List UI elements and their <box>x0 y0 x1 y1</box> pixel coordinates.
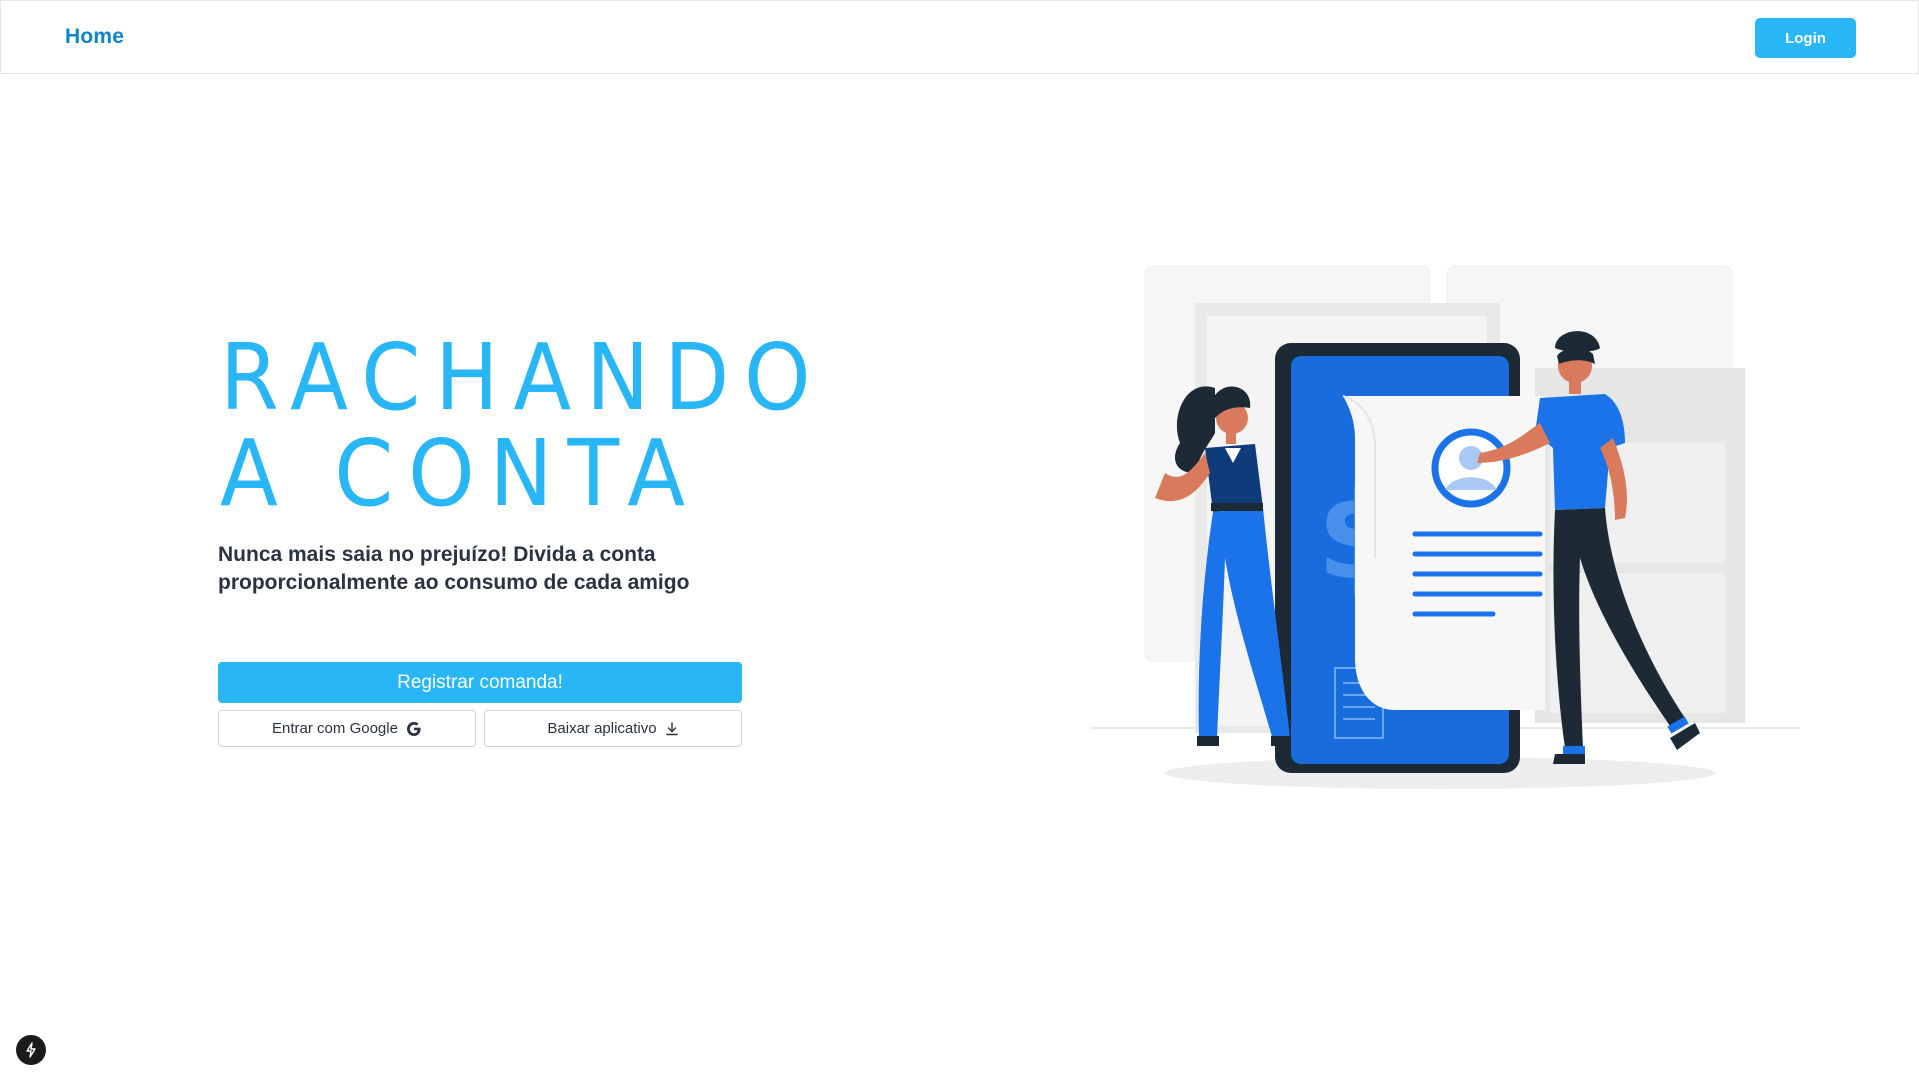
hero-illustration: $ <box>1090 265 1800 789</box>
lightning-bolt-icon[interactable] <box>16 1035 46 1065</box>
hero-title: RACHANDO A CONTA <box>220 324 826 527</box>
google-g-icon <box>406 721 422 737</box>
top-navbar: Home Login <box>0 0 1919 74</box>
hero-subtitle: Nunca mais saia no prejuízo! Divida a co… <box>218 543 690 594</box>
download-arrow-icon <box>665 721 679 736</box>
hero-title-line1: RACHANDO <box>220 324 826 431</box>
register-order-button[interactable]: Registrar comanda! <box>218 662 742 703</box>
download-app-button[interactable]: Baixar aplicativo <box>484 710 742 747</box>
home-link[interactable]: Home <box>65 25 124 49</box>
login-button[interactable]: Login <box>1755 18 1856 58</box>
hero-title-line2: A CONTA <box>220 420 700 527</box>
google-login-button[interactable]: Entrar com Google <box>218 710 476 747</box>
google-login-label: Entrar com Google <box>272 720 398 737</box>
download-app-label: Baixar aplicativo <box>547 720 657 737</box>
